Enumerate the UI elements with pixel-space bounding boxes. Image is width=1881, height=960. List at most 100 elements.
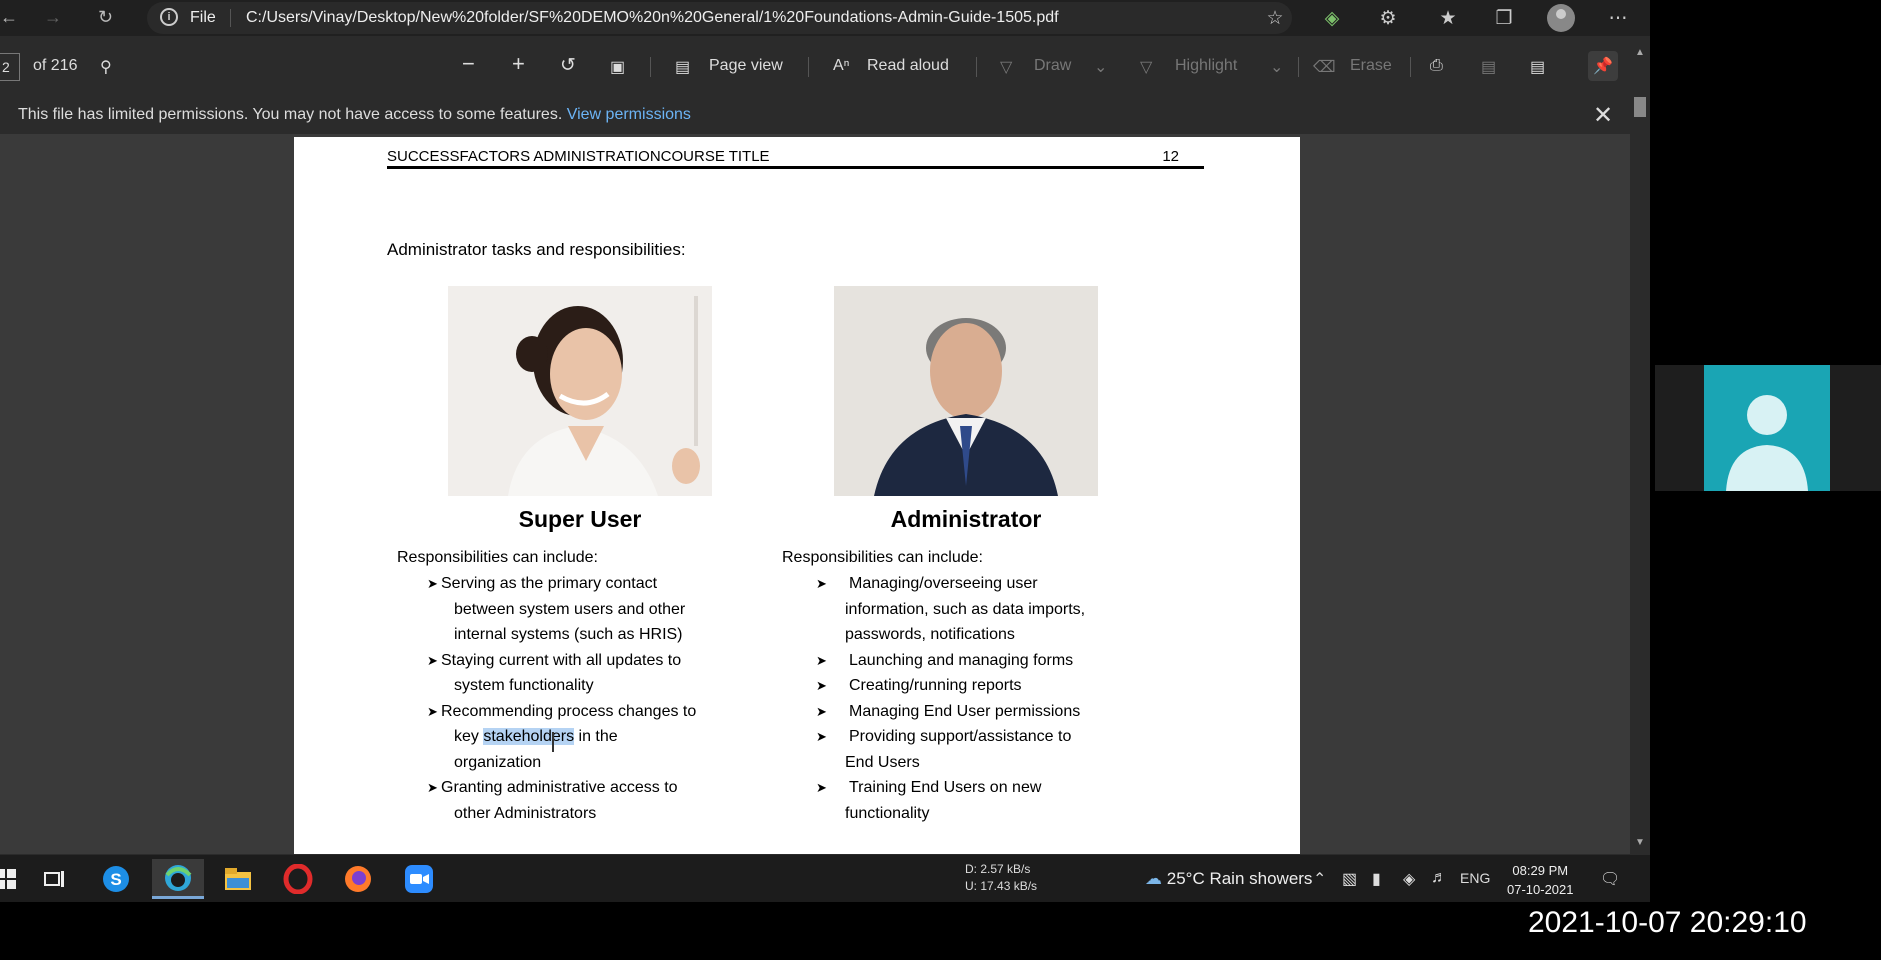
- draw-button[interactable]: Draw: [1034, 57, 1071, 75]
- page-number-input[interactable]: 2: [0, 53, 20, 81]
- list-item: ➤ Granting administrative access to other…: [427, 775, 696, 826]
- download-speed: D: 2.57 kB/s: [965, 862, 1031, 876]
- page-view-icon: ▤: [675, 59, 691, 76]
- wifi-icon[interactable]: ◈: [1403, 869, 1415, 889]
- vertical-scrollbar[interactable]: ▲ ▼: [1630, 45, 1650, 855]
- save-icon[interactable]: ▤: [1481, 57, 1496, 77]
- upload-speed: U: 17.43 kB/s: [965, 879, 1038, 893]
- weather-widget[interactable]: ☁ 25°C Rain showers: [1145, 869, 1312, 889]
- info-icon[interactable]: i: [160, 8, 178, 26]
- bullet-text: between system users and other: [454, 600, 686, 618]
- task-view-icon[interactable]: [28, 859, 80, 899]
- extensions-icon[interactable]: ⚙: [1376, 7, 1400, 30]
- scroll-up-icon[interactable]: ▲: [1635, 47, 1645, 58]
- weather-text: 25°C Rain showers: [1166, 869, 1313, 888]
- divider: [976, 57, 977, 77]
- list-item: ➤ Managing End User permissions: [816, 699, 1085, 725]
- collections-icon[interactable]: ❐: [1492, 7, 1516, 30]
- chevron-down-icon[interactable]: ⌄: [1094, 57, 1107, 77]
- selected-text[interactable]: stakeholders: [483, 728, 575, 745]
- erase-button[interactable]: Erase: [1350, 57, 1392, 75]
- extension-colorful-icon[interactable]: ◈: [1320, 7, 1344, 30]
- screen: ← → ↻ i File C:/Users/Vinay/Desktop/New%…: [0, 0, 1881, 960]
- refresh-icon[interactable]: ↻: [98, 7, 113, 28]
- bullet-text: Staying current with all updates to: [441, 651, 682, 669]
- pin-icon[interactable]: 📌: [1588, 51, 1618, 81]
- list-item: ➤ Managing/overseeing user information, s…: [816, 571, 1085, 648]
- favorite-add-icon[interactable]: ☆: [1263, 7, 1287, 30]
- administrator-heading: Responsibilities can include:: [782, 549, 983, 566]
- language-indicator[interactable]: ENG: [1460, 870, 1490, 886]
- page-total: of 216: [33, 57, 78, 74]
- print-icon[interactable]: ⎙: [1430, 57, 1443, 75]
- skype-icon[interactable]: S: [90, 859, 142, 899]
- view-permissions-link[interactable]: View permissions: [567, 106, 691, 123]
- highlight-icon: ▽: [1140, 59, 1153, 76]
- opera-icon[interactable]: [272, 859, 324, 899]
- list-item: ➤ Providing support/assistance to End Use…: [816, 724, 1085, 775]
- scroll-down-icon[interactable]: ▼: [1635, 837, 1645, 848]
- browser-window: ← → ↻ i File C:/Users/Vinay/Desktop/New%…: [0, 0, 1650, 902]
- taskbar: S D: 2.57 kB/s U: 17.43 kB/s ☁ 25°C Rain…: [0, 855, 1650, 902]
- back-icon[interactable]: ←: [0, 7, 18, 28]
- bullet-text: functionality: [845, 804, 930, 822]
- highlight-button[interactable]: Highlight: [1175, 57, 1237, 75]
- arrow-bullet-icon: ➤: [816, 678, 827, 693]
- meet-now-icon[interactable]: ▧: [1342, 869, 1357, 889]
- clock-date: 07-10-2021: [1507, 882, 1574, 897]
- chevron-up-icon[interactable]: ⌃: [1313, 869, 1326, 889]
- file-explorer-icon[interactable]: [212, 859, 264, 899]
- recording-timestamp: 2021-10-07 20:29:10: [1528, 906, 1807, 939]
- save-as-icon[interactable]: ▤: [1530, 57, 1545, 77]
- permission-bar: This file has limited permissions. You m…: [0, 98, 1650, 132]
- bullet-text: Managing/overseeing user: [849, 575, 1038, 592]
- pdf-viewer[interactable]: SUCCESSFACTORS ADMINISTRATIONCOURSE TITL…: [0, 134, 1630, 854]
- edge-icon[interactable]: [152, 859, 204, 899]
- volume-icon[interactable]: ♬: [1431, 869, 1447, 887]
- zoom-in-icon[interactable]: +: [512, 51, 525, 77]
- more-icon[interactable]: ⋯: [1606, 7, 1630, 30]
- fit-page-icon[interactable]: ▣: [610, 57, 625, 77]
- url-text[interactable]: C:/Users/Vinay/Desktop/New%20folder/SF%2…: [246, 9, 1059, 27]
- page-view-button[interactable]: Page view: [709, 57, 783, 75]
- address-bar: ← → ↻ i File C:/Users/Vinay/Desktop/New%…: [0, 0, 1650, 36]
- divider: [230, 9, 231, 27]
- bullet-text: Training End Users on new: [849, 779, 1042, 796]
- battery-icon[interactable]: ▮: [1372, 869, 1381, 889]
- scrollbar-thumb[interactable]: [1634, 97, 1646, 117]
- close-icon[interactable]: ✕: [1593, 101, 1613, 130]
- bullet-text: End Users: [845, 753, 920, 771]
- list-item: ➤ Serving as the primary contact between …: [427, 571, 696, 648]
- zoom-app-icon[interactable]: [393, 859, 445, 899]
- text-cursor-icon: [552, 732, 554, 752]
- profile-avatar[interactable]: [1547, 4, 1575, 32]
- firefox-icon[interactable]: [332, 859, 384, 899]
- administrator-title: Administrator: [890, 506, 1042, 532]
- arrow-bullet-icon: ➤: [427, 780, 438, 795]
- bullet-text-part: in the: [578, 728, 618, 745]
- bullet-text: organization: [454, 753, 542, 771]
- bullet-text: Serving as the primary contact: [441, 575, 658, 592]
- draw-icon: ▽: [1000, 59, 1013, 76]
- bullet-text: passwords, notifications: [845, 626, 1015, 643]
- arrow-bullet-icon: ➤: [427, 652, 438, 668]
- page-header-title: SUCCESSFACTORS ADMINISTRATIONCOURSE TITL…: [387, 148, 770, 165]
- video-participant-tile[interactable]: [1655, 365, 1881, 491]
- bullet-text: Launching and managing forms: [849, 651, 1074, 669]
- chevron-down-icon[interactable]: ⌄: [1270, 57, 1283, 77]
- bullet-text: other Administrators: [454, 804, 597, 822]
- permission-message: This file has limited permissions. You m…: [18, 106, 691, 124]
- forward-icon[interactable]: →: [44, 7, 62, 28]
- read-aloud-button[interactable]: Read aloud: [867, 57, 949, 75]
- zoom-out-icon[interactable]: −: [462, 51, 475, 77]
- file-label: File: [190, 9, 216, 26]
- list-item: ➤ Training End Users on new functionality: [816, 775, 1085, 826]
- rotate-icon[interactable]: ↺: [560, 54, 576, 77]
- administrator-photo: [834, 286, 1098, 496]
- arrow-bullet-icon: ➤: [816, 576, 827, 591]
- notifications-icon[interactable]: 🗨: [1600, 869, 1620, 889]
- clock[interactable]: 08:29 PM 07-10-2021: [1507, 861, 1574, 899]
- bullet-text: system functionality: [454, 677, 594, 694]
- favorites-icon[interactable]: ★: [1436, 7, 1460, 30]
- search-icon[interactable]: ⚲: [100, 57, 112, 77]
